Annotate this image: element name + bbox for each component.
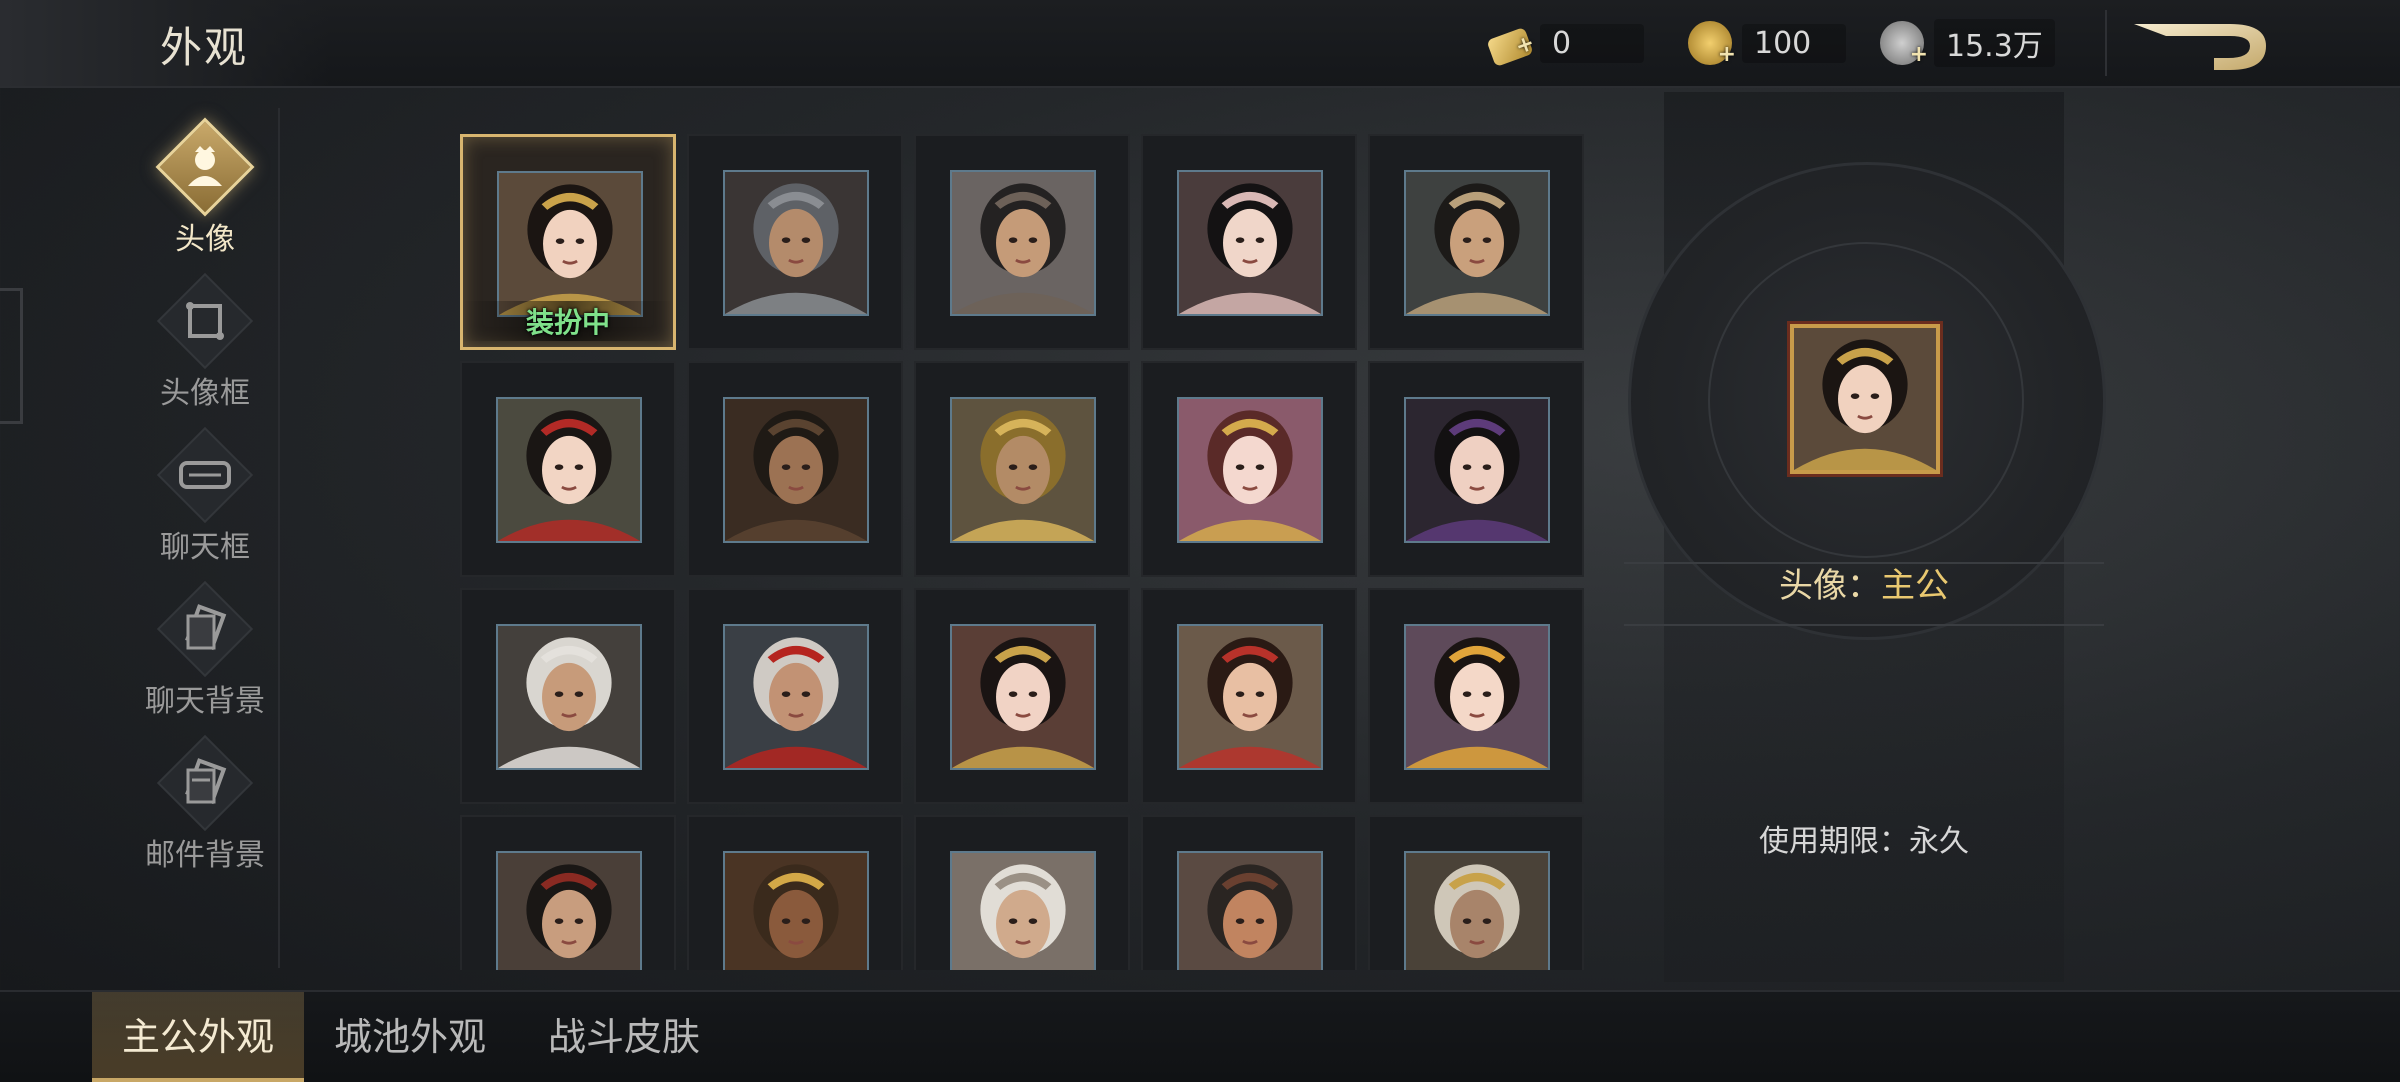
selected-avatar-preview xyxy=(1790,324,1940,474)
nav-item-frame[interactable]: 头像框 xyxy=(120,278,290,412)
avatar-cell[interactable] xyxy=(1141,134,1357,350)
avatar-female-dark-hair xyxy=(1177,170,1323,316)
avatar-female-purple xyxy=(1404,397,1550,543)
tab-lord-appearance[interactable]: 主公外观 xyxy=(92,992,304,1082)
detail-panel: 头像：主公 使用期限：永久 xyxy=(1624,92,2106,982)
avatar-female-ornate xyxy=(950,624,1096,770)
edge-decoration xyxy=(0,288,23,424)
nav-label-chat-frame: 聊天框 xyxy=(160,530,250,565)
usage-period: 使用期限：永久 xyxy=(1759,824,1969,859)
avatar-red-headband-elder xyxy=(723,624,869,770)
nav-item-chat-frame[interactable]: 聊天框 xyxy=(120,432,290,566)
avatar-cell[interactable] xyxy=(687,134,903,350)
avatar-golden-beast xyxy=(723,851,869,970)
avatar-female-red-band xyxy=(1177,624,1323,770)
avatar-cell[interactable] xyxy=(687,588,903,804)
mail-background-icon xyxy=(185,758,227,805)
avatar-cell[interactable] xyxy=(1368,134,1584,350)
avatar-female-gold-crown xyxy=(1177,397,1323,543)
avatar-white-beard-elder xyxy=(496,624,642,770)
currency-gold-ingot[interactable]: + 0 xyxy=(1486,20,1644,67)
gold-coin-icon: + xyxy=(1688,21,1736,67)
avatar-cell[interactable] xyxy=(914,134,1130,350)
left-nav: 头像 头像框 聊天框 聊天背景 邮件背景 xyxy=(0,88,282,988)
topbar-divider xyxy=(2105,10,2107,76)
avatar-cell[interactable] xyxy=(1141,815,1357,970)
chat-background-icon xyxy=(185,604,227,651)
currency-gold-ingot-value: 0 xyxy=(1540,23,1644,63)
back-button[interactable] xyxy=(2130,20,2270,74)
detail-title-value: 主公 xyxy=(1881,566,1949,606)
avatar-cell[interactable] xyxy=(914,361,1130,577)
avatar-white-hair-sage xyxy=(950,851,1096,970)
avatar-cell[interactable] xyxy=(914,588,1130,804)
avatar-straw-hat-man xyxy=(1404,170,1550,316)
avatar-cell[interactable] xyxy=(914,815,1130,970)
avatar-golden-helmet xyxy=(950,397,1096,543)
avatar-female-red-flower xyxy=(496,397,642,543)
portrait-icon xyxy=(188,146,222,186)
nav-item-chat-background[interactable]: 聊天背景 xyxy=(120,586,290,720)
avatar-grid: 装扮中 xyxy=(460,134,1600,970)
nav-item-portrait[interactable]: 头像 xyxy=(120,124,290,258)
page-title: 外观 xyxy=(160,23,249,72)
currency-copper-coin-value: 15.3万 xyxy=(1934,19,2055,67)
avatar-cell[interactable] xyxy=(687,361,903,577)
avatar-gold-armor-elder xyxy=(1404,851,1550,970)
avatar-angry-warrior xyxy=(1177,851,1323,970)
avatar-cell[interactable] xyxy=(1141,588,1357,804)
avatar-cell[interactable] xyxy=(460,588,676,804)
avatar-fierce-warrior xyxy=(723,397,869,543)
avatar-cell[interactable] xyxy=(460,815,676,970)
currency-gold-coin[interactable]: + 100 xyxy=(1688,20,1846,67)
frame-icon xyxy=(186,302,224,340)
equipped-badge: 装扮中 xyxy=(463,301,673,341)
avatar-cell[interactable] xyxy=(1368,815,1584,970)
avatar-armored-warrior xyxy=(723,170,869,316)
avatar-cell[interactable] xyxy=(1368,588,1584,804)
detail-title: 头像：主公 xyxy=(1664,558,2064,607)
nav-item-mail-background[interactable]: 邮件背景 xyxy=(120,740,290,874)
nav-label-portrait: 头像 xyxy=(175,222,235,257)
back-arrow-icon xyxy=(2134,24,2266,70)
avatar-cell[interactable] xyxy=(1141,361,1357,577)
tab-battle-skin[interactable]: 战斗皮肤 xyxy=(530,992,718,1082)
bottom-tab-bar: 主公外观 城池外观 战斗皮肤 xyxy=(0,990,2400,1082)
avatar-female-lord xyxy=(497,171,643,317)
avatar-young-girl xyxy=(1404,624,1550,770)
avatar-mustache-noble xyxy=(496,851,642,970)
gold-ingot-icon: + xyxy=(1486,27,1538,67)
currency-gold-coin-value: 100 xyxy=(1742,23,1846,63)
avatar-cell[interactable] xyxy=(460,361,676,577)
avatar-bearded-general xyxy=(950,170,1096,316)
avatar-cell[interactable] xyxy=(687,815,903,970)
nav-label-frame: 头像框 xyxy=(160,376,250,411)
nav-label-chat-background: 聊天背景 xyxy=(145,684,265,719)
avatar-cell[interactable]: 装扮中 xyxy=(460,134,676,350)
copper-coin-icon: + xyxy=(1880,21,1928,67)
nav-label-mail-background: 邮件背景 xyxy=(145,838,265,873)
currency-copper-coin[interactable]: + 15.3万 xyxy=(1880,19,2055,67)
tab-city-appearance[interactable]: 城池外观 xyxy=(316,992,504,1082)
avatar-cell[interactable] xyxy=(1368,361,1584,577)
chat-bubble-icon xyxy=(179,461,231,489)
top-bar: 外观 + 0 + 100 + 15.3万 xyxy=(0,0,2400,88)
detail-title-key: 头像： xyxy=(1779,566,1881,606)
